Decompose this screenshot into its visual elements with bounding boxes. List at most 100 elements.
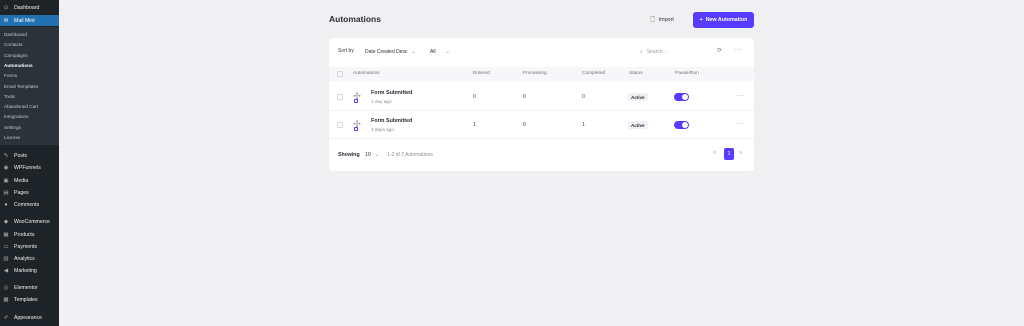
elementor-icon: ◎	[3, 284, 9, 291]
row-checkbox[interactable]	[337, 94, 343, 100]
pause-run-toggle[interactable]	[674, 121, 689, 129]
per-page-select[interactable]: 10 ⌄	[365, 150, 379, 160]
search-icon: ⌕	[640, 48, 643, 55]
column-header: Completed	[582, 71, 606, 76]
submenu-automations[interactable]: Automations	[0, 61, 59, 70]
column-header: Status	[629, 71, 643, 76]
sidebar-item-posts[interactable]: ✎ Posts	[0, 150, 59, 161]
submenu-integrations[interactable]: Integrations	[0, 112, 59, 121]
woocommerce-icon: ◆	[3, 218, 9, 225]
sidebar-item-label: Pages	[14, 189, 29, 196]
sidebar-item-comments[interactable]: ● Comments	[0, 199, 59, 210]
media-icon: ▣	[3, 177, 9, 184]
comments-icon: ●	[4, 201, 8, 208]
automation-time: 3 days ago	[371, 127, 394, 132]
page-1-button[interactable]: 1	[724, 148, 734, 160]
submenu-forms[interactable]: Forms	[0, 71, 59, 80]
table-header: Automations Entered Processing Completed…	[329, 67, 754, 81]
table-row[interactable]: ✣ Form Submitted 1 day ago 0 0 0 Active …	[329, 83, 754, 111]
row-checkbox[interactable]	[337, 122, 343, 128]
sidebar-item-analytics[interactable]: ▥ Analytics	[0, 253, 59, 264]
sidebar-item-pages[interactable]: ▤ Pages	[0, 187, 59, 198]
plus-icon: +	[699, 17, 703, 23]
sidebar-item-woocommerce[interactable]: ◆ WooCommerce	[0, 216, 59, 227]
column-header: Automations	[353, 71, 380, 76]
row-more-icon[interactable]: ···	[737, 93, 745, 99]
table-row[interactable]: ✣ Form Submitted 3 days ago 1 0 1 Active…	[329, 111, 754, 139]
sidebar-item-label: Analytics	[14, 255, 35, 262]
sidebar-item-label: Media	[14, 177, 29, 184]
sidebar-item-marketing[interactable]: ◀ Marketing	[0, 265, 59, 276]
pause-run-toggle[interactable]	[674, 93, 689, 101]
payments-icon: ▭	[3, 243, 9, 250]
automation-name[interactable]: Form Submitted	[371, 118, 412, 124]
submenu-dashboard[interactable]: Dashboard	[0, 30, 59, 39]
submenu-tools[interactable]: Tools	[0, 92, 59, 101]
entered-count: 1	[473, 122, 476, 128]
sidebar-item-label: Elementor	[14, 284, 38, 291]
status-filter-select[interactable]: All ⌄	[430, 46, 450, 57]
mail-icon: ✉	[3, 17, 9, 24]
sidebar-item-label: Marketing	[14, 267, 37, 274]
sidebar-item-label: Comments	[14, 201, 40, 208]
submenu-license[interactable]: License	[0, 133, 59, 142]
sidebar-item-label: WPFunnels	[14, 164, 41, 171]
new-automation-button[interactable]: + New Automation	[693, 12, 754, 28]
analytics-icon: ▥	[3, 255, 9, 262]
sidebar-item-label: Mail Mint	[14, 17, 35, 24]
row-more-icon[interactable]: ···	[737, 121, 745, 127]
processing-count: 0	[523, 122, 526, 128]
sidebar-item-label: Templates	[14, 296, 38, 303]
import-label: Import	[658, 17, 674, 23]
sidebar-item-products[interactable]: ▦ Products	[0, 229, 59, 240]
sidebar-item-elementor[interactable]: ◎ Elementor	[0, 282, 59, 293]
sidebar-item-appearance[interactable]: ✐ Appearance	[0, 312, 59, 323]
new-automation-label: New Automation	[705, 17, 748, 23]
sidebar-item-wpfunnels[interactable]: ◉ WPFunnels	[0, 162, 59, 173]
sidebar-item-dashboard[interactable]: ⊙ Dashboard	[0, 2, 59, 13]
submenu-abandoned-cart[interactable]: Abandoned Cart	[0, 102, 59, 111]
funnel-icon: ◉	[3, 164, 9, 171]
sort-by-label: Sort by	[338, 48, 354, 54]
column-header: Entered	[473, 71, 490, 76]
showing-label: Showing	[338, 152, 360, 158]
sort-select[interactable]: Date Created Desc ⌄	[365, 46, 416, 57]
search-input[interactable]: ⌕ Search...	[640, 46, 712, 57]
sidebar-item-mail-mint[interactable]: ✉ Mail Mint	[0, 15, 59, 26]
more-options-icon[interactable]: ···	[734, 47, 742, 53]
completed-count: 1	[582, 122, 585, 128]
chevron-down-icon: ⌄	[445, 48, 450, 55]
sidebar-item-media[interactable]: ▣ Media	[0, 175, 59, 186]
sidebar-item-templates[interactable]: ▩ Templates	[0, 294, 59, 305]
products-icon: ▦	[3, 231, 9, 238]
sidebar-item-label: Dashboard	[14, 4, 40, 11]
submenu-settings[interactable]: Settings	[0, 123, 59, 132]
completed-count: 0	[582, 94, 585, 100]
page-title: Automations	[329, 14, 381, 24]
sidebar-item-label: Products	[14, 231, 35, 238]
next-page-icon[interactable]: »	[739, 150, 742, 156]
submenu-email-templates[interactable]: Email Templates	[0, 82, 59, 91]
dashboard-icon: ⊙	[3, 4, 9, 11]
column-header: Pause/Run	[675, 71, 699, 76]
import-button[interactable]: 🗋 Import	[650, 13, 674, 27]
refresh-icon[interactable]: ⟳	[717, 47, 722, 54]
sort-value: Date Created Desc	[365, 48, 408, 55]
sidebar-item-payments[interactable]: ▭ Payments	[0, 241, 59, 252]
form-trigger-icon: ✣	[353, 119, 361, 131]
filter-bar: Sort by Date Created Desc ⌄ All ⌄ ⌕ Sear…	[329, 38, 754, 66]
file-import-icon: 🗋	[650, 17, 655, 23]
submenu-contacts[interactable]: Contacts	[0, 40, 59, 49]
submenu-campaigns[interactable]: Campaigns	[0, 51, 59, 60]
status-filter-value: All	[430, 48, 436, 55]
sidebar-item-label: Posts	[14, 152, 27, 159]
column-header: Processing	[523, 71, 547, 76]
prev-page-icon[interactable]: «	[713, 150, 716, 156]
select-all-checkbox[interactable]	[337, 71, 343, 77]
templates-icon: ▩	[3, 296, 9, 303]
automation-name[interactable]: Form Submitted	[371, 90, 412, 96]
form-trigger-icon: ✣	[353, 91, 361, 103]
appearance-icon: ✐	[3, 314, 9, 321]
entered-count: 0	[473, 94, 476, 100]
pin-icon: ✎	[3, 152, 9, 159]
